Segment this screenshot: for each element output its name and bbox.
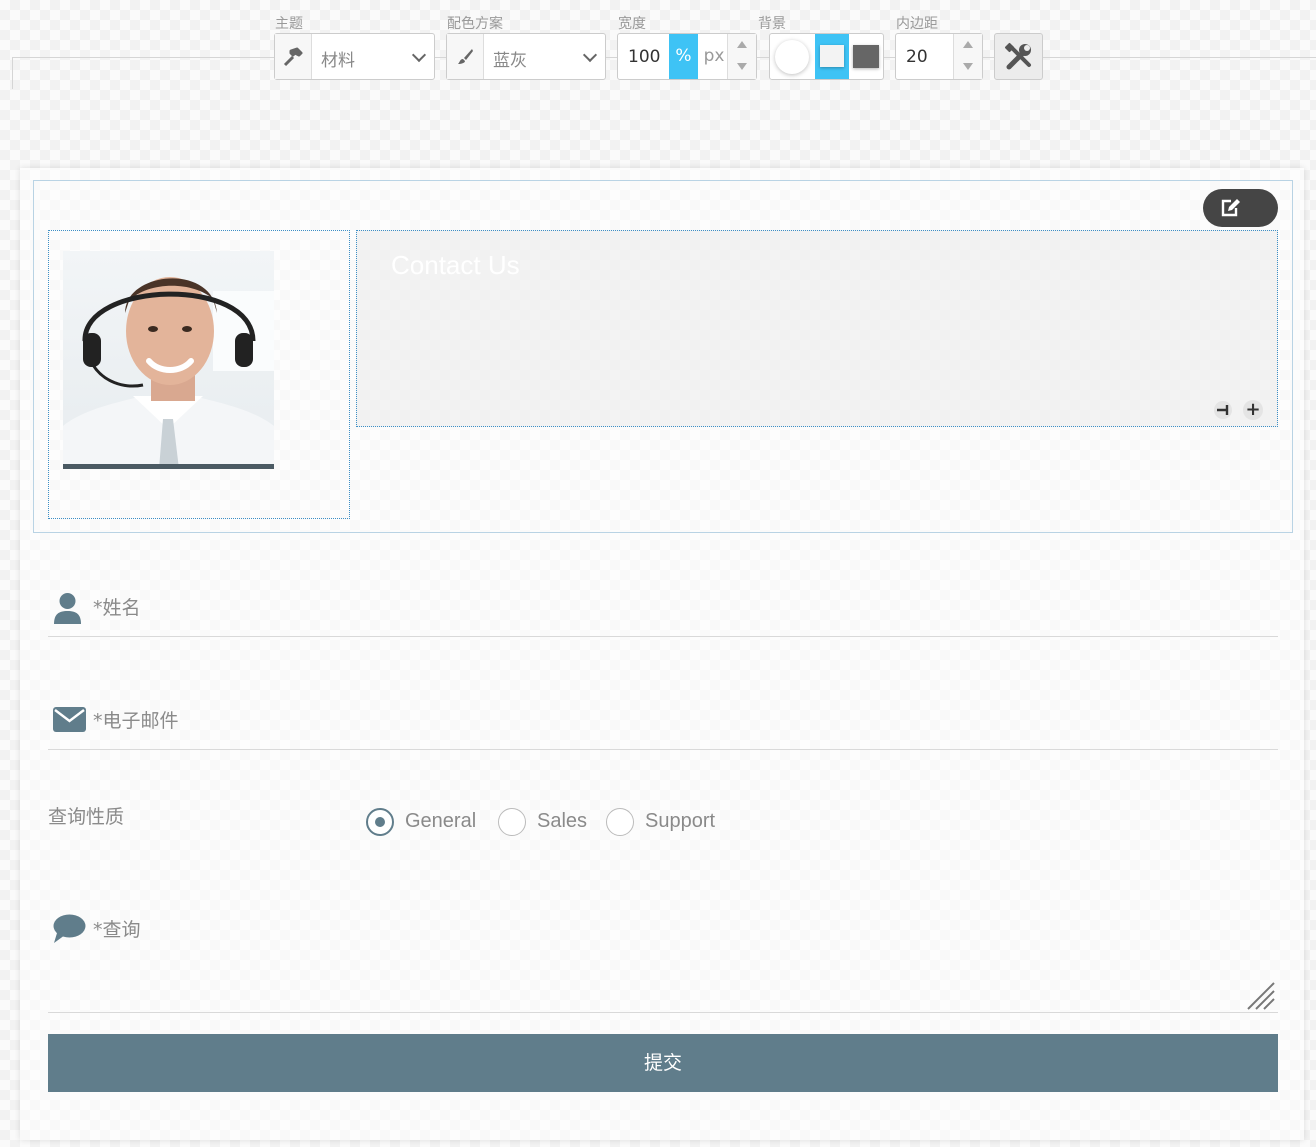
- bg-dark-option[interactable]: [853, 45, 879, 68]
- submit-button[interactable]: 提交: [48, 1034, 1278, 1092]
- chevron-down-icon: [582, 47, 598, 63]
- settings-button[interactable]: [994, 33, 1043, 80]
- radio-sales[interactable]: [498, 808, 526, 836]
- add-column-button[interactable]: +: [1243, 400, 1263, 420]
- width-input[interactable]: 100: [628, 47, 660, 67]
- theme-label: 主题: [275, 16, 303, 32]
- support-agent-photo: [63, 251, 274, 469]
- edit-button[interactable]: [1203, 189, 1278, 227]
- radio-sales-label[interactable]: Sales: [537, 810, 587, 833]
- name-underline: [48, 636, 1278, 637]
- arrow-down-icon: [963, 63, 973, 70]
- user-icon: [54, 593, 81, 624]
- minus-icon: [1217, 405, 1229, 415]
- unit-percent-button[interactable]: %: [669, 34, 698, 79]
- width-label: 宽度: [618, 16, 646, 32]
- bg-light-option[interactable]: [815, 34, 849, 79]
- radio-support-label[interactable]: Support: [645, 810, 715, 833]
- color-scheme-label: 配色方案: [447, 16, 503, 32]
- arrow-up-icon: [963, 41, 973, 48]
- padding-input-group: 20: [895, 33, 983, 80]
- padding-label: 内边距: [896, 16, 938, 32]
- email-input[interactable]: *电子邮件: [93, 706, 179, 733]
- tools-icon: [1004, 42, 1031, 69]
- hammer-icon: [275, 34, 312, 79]
- radio-support[interactable]: [606, 808, 634, 836]
- theme-select[interactable]: 材料: [274, 33, 435, 80]
- radio-general-label[interactable]: General: [405, 810, 476, 833]
- remove-column-button[interactable]: [1214, 401, 1232, 419]
- arrow-up-icon: [737, 41, 747, 48]
- arrow-down-icon: [737, 63, 747, 70]
- color-scheme-value: 蓝灰: [493, 51, 527, 71]
- padding-stepper[interactable]: [953, 34, 982, 79]
- unit-px-button[interactable]: px: [700, 34, 728, 79]
- background-picker: [769, 33, 884, 80]
- email-underline: [48, 749, 1278, 750]
- toolbar-left-edge: [12, 57, 13, 89]
- inquiry-type-label: 查询性质: [48, 806, 125, 828]
- brush-icon: [447, 34, 484, 79]
- color-scheme-select[interactable]: 蓝灰: [446, 33, 606, 80]
- comment-icon: [53, 914, 86, 943]
- photo-bottom-bar: [63, 464, 274, 469]
- contact-us-title[interactable]: Contact Us: [391, 250, 520, 281]
- width-input-group: 100 % px: [617, 33, 757, 80]
- envelope-icon: [53, 707, 86, 732]
- light-square-icon: [820, 45, 844, 67]
- theme-value: 材料: [321, 51, 355, 71]
- name-input[interactable]: *姓名: [93, 593, 141, 620]
- background-label: 背景: [758, 16, 786, 32]
- bg-white-option[interactable]: [775, 40, 809, 74]
- radio-general[interactable]: [366, 808, 394, 836]
- message-textarea[interactable]: *查询: [93, 915, 141, 942]
- message-underline: [48, 1012, 1278, 1013]
- edit-icon: [1221, 199, 1240, 217]
- chevron-down-icon: [411, 47, 427, 63]
- resize-handle-icon[interactable]: [1246, 981, 1276, 1011]
- padding-input[interactable]: 20: [906, 47, 928, 67]
- width-stepper[interactable]: [727, 34, 756, 79]
